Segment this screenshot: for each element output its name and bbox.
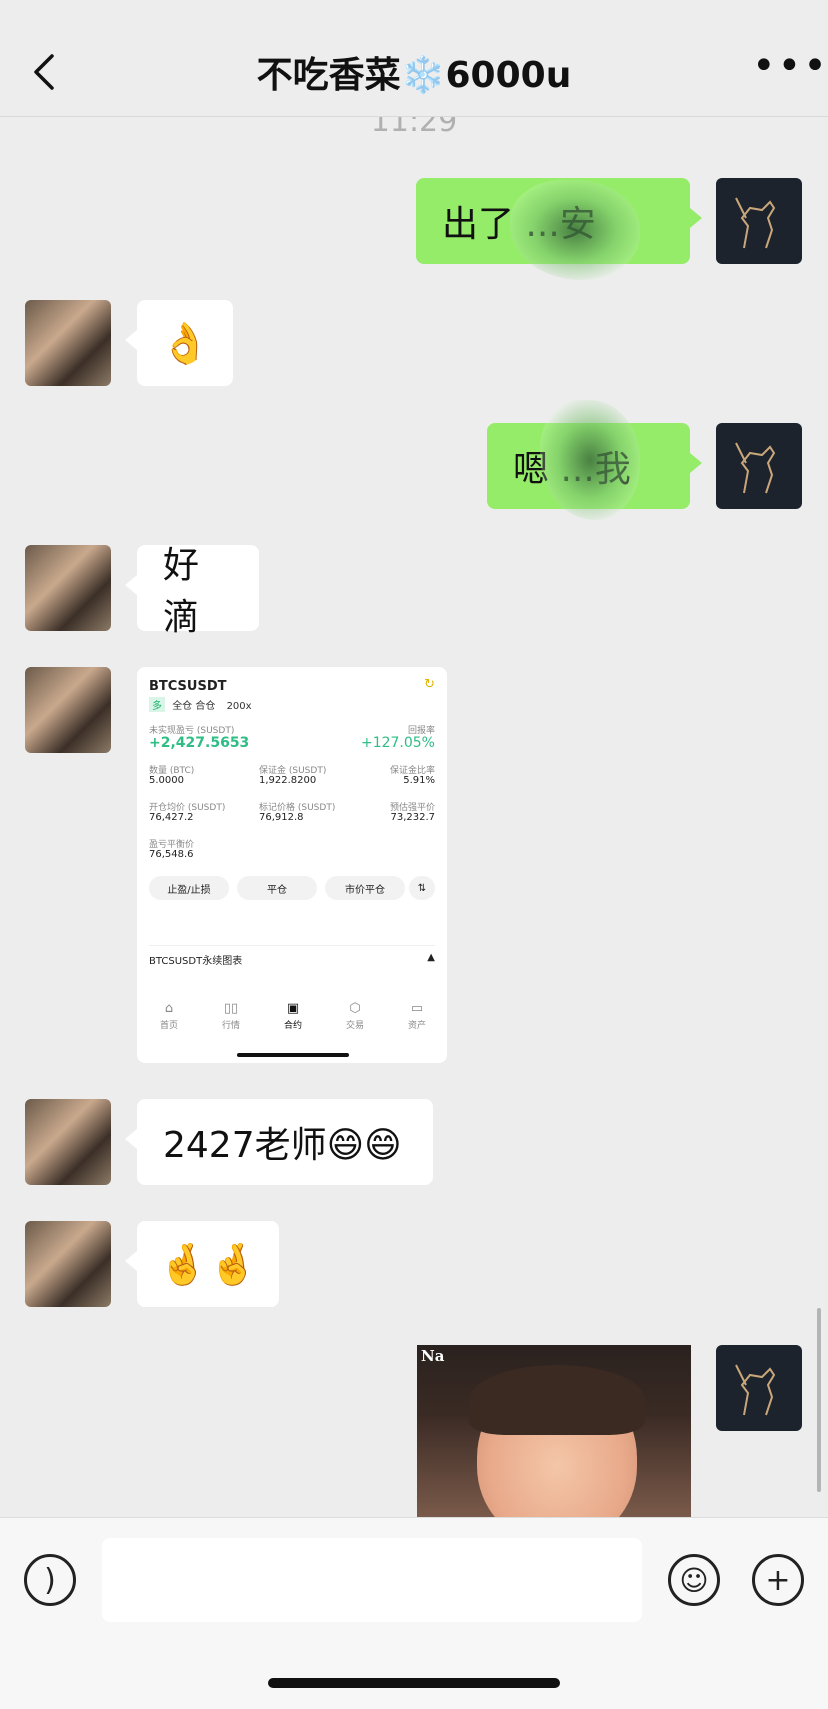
liq-value: 73,232.7: [390, 812, 435, 823]
shared-screenshot-card[interactable]: BTCSUSDT ↻ 多 全仓 合仓 200x 未实现盈亏 (SUSDT) +2…: [137, 667, 447, 1063]
refresh-icon: ↻: [424, 677, 435, 692]
emoji-icon[interactable]: ☺: [668, 1554, 720, 1606]
entry-value: 76,427.2: [149, 812, 194, 823]
message-input[interactable]: [102, 1538, 642, 1622]
nav-market[interactable]: ▯▯ 行情: [211, 1001, 251, 1031]
roe-value: +127.05%: [360, 735, 435, 751]
baby-hair: [469, 1365, 645, 1435]
qty-value: 5.0000: [149, 775, 184, 786]
breakeven-value: 76,548.6: [149, 849, 194, 860]
crossed-fingers-emoji: 🤞🤞: [158, 1241, 258, 1288]
my-avatar[interactable]: [716, 178, 802, 264]
message-bubble-received[interactable]: 好滴: [125, 545, 259, 638]
tpsl-button[interactable]: 止盈/止损: [149, 876, 229, 900]
contact-avatar[interactable]: [25, 1221, 111, 1307]
polo-horse-icon: [735, 442, 776, 494]
long-tag: 多: [149, 697, 165, 712]
message-text: 2427老师😄😄: [163, 1125, 402, 1166]
chat-header: 不吃香菜❄️6000u •••: [0, 0, 828, 117]
contact-avatar[interactable]: [25, 300, 111, 386]
my-avatar[interactable]: [716, 423, 802, 509]
chart-label: BTCSUSDT永续图表: [149, 956, 243, 967]
swap-icon[interactable]: ⇅: [409, 876, 435, 900]
chat-title: 不吃香菜❄️6000u: [256, 55, 572, 96]
margin-value: 1,922.8200: [259, 775, 317, 786]
sticker-image[interactable]: Na: [417, 1345, 691, 1517]
nav-futures[interactable]: ▣ 合约: [273, 1001, 313, 1031]
message-bubble-received[interactable]: 👌: [125, 300, 233, 386]
bars-icon: ▯▯: [223, 1001, 239, 1016]
trade-icon: ⬡: [349, 1001, 361, 1016]
collapse-icon: ▲: [427, 952, 435, 963]
home-icon: ⌂: [164, 1001, 174, 1016]
margin-mode: 全仓 合仓: [172, 701, 216, 712]
nav-home[interactable]: ⌂ 首页: [149, 1001, 189, 1031]
scrollbar[interactable]: [817, 1308, 821, 1492]
more-icon[interactable]: •••: [752, 46, 827, 90]
message-bubble-received[interactable]: 2427老师😄😄: [125, 1099, 433, 1185]
voice-icon[interactable]: ): [24, 1554, 76, 1606]
futures-icon: ▣: [286, 1001, 300, 1016]
nav-trade[interactable]: ⬡ 交易: [335, 1001, 375, 1031]
pnl-value: +2,427.5653: [149, 735, 250, 751]
market-close-button[interactable]: 市价平仓: [325, 876, 405, 900]
polo-horse-icon: [735, 1364, 776, 1416]
card-home-indicator: [237, 1053, 349, 1057]
home-indicator: [268, 1678, 560, 1688]
contact-avatar[interactable]: [25, 545, 111, 631]
wallet-icon: ▭: [410, 1001, 424, 1016]
contact-avatar[interactable]: [25, 1099, 111, 1185]
message-text: 好滴: [163, 545, 200, 638]
card-symbol: BTCSUSDT: [149, 679, 227, 694]
nav-assets[interactable]: ▭ 资产: [397, 1001, 437, 1031]
my-avatar[interactable]: [716, 1345, 802, 1431]
mark-value: 76,912.8: [259, 812, 304, 823]
polo-horse-icon: [735, 197, 776, 249]
margin-ratio-value: 5.91%: [403, 775, 435, 786]
sticker-watermark: Na: [421, 1347, 445, 1365]
leverage: 200x: [226, 701, 252, 712]
chart-toggle[interactable]: BTCSUSDT永续图表 ▲: [149, 945, 435, 967]
position-tags: 多 全仓 合仓 200x: [149, 697, 252, 712]
ok-hand-emoji: 👌: [160, 320, 210, 367]
contact-avatar[interactable]: [25, 667, 111, 753]
input-bar: ) ☺ +: [0, 1517, 828, 1709]
close-position-button[interactable]: 平仓: [237, 876, 317, 900]
message-bubble-received[interactable]: 🤞🤞: [125, 1221, 279, 1307]
redaction-scribble: [510, 180, 640, 280]
plus-icon[interactable]: +: [752, 1554, 804, 1606]
